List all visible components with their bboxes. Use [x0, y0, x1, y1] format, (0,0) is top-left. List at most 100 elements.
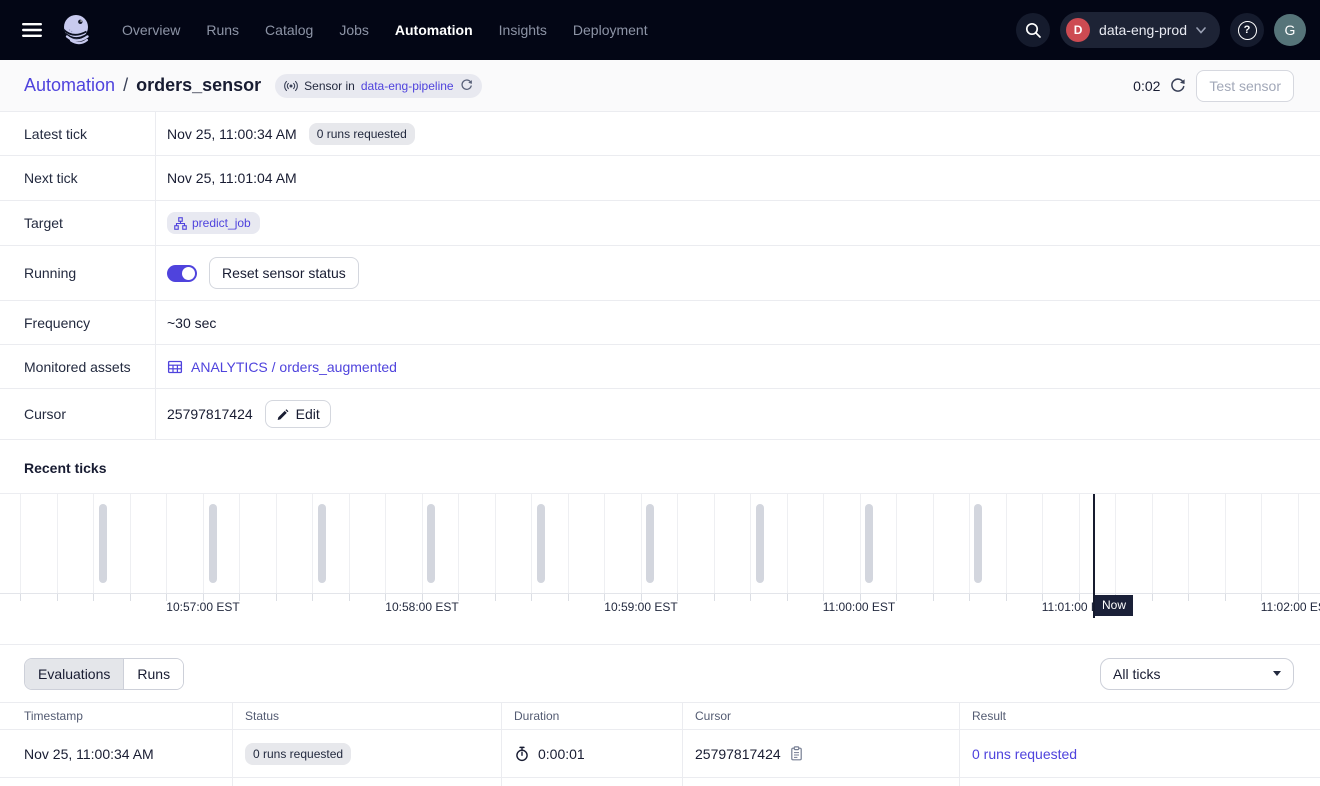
- refresh-icon[interactable]: [1170, 78, 1186, 94]
- gridline: [20, 494, 21, 593]
- sensor-tick-bar[interactable]: [974, 504, 982, 583]
- axis-tickmark: [933, 594, 934, 601]
- column-header-timestamp: Timestamp: [0, 703, 233, 729]
- gridline: [1261, 494, 1262, 593]
- cursor-row: Cursor 25797817424 Edit: [0, 389, 1320, 440]
- column-header-cursor: Cursor: [683, 703, 960, 729]
- gridline: [568, 494, 569, 593]
- breadcrumb-automation[interactable]: Automation: [24, 75, 115, 96]
- evaluation-cursor: 25797817424: [695, 746, 781, 762]
- target-job-chip[interactable]: predict_job: [167, 212, 260, 234]
- reload-location-icon[interactable]: [460, 79, 473, 92]
- sensor-tick-bar[interactable]: [318, 504, 326, 583]
- gridline: [641, 494, 642, 593]
- page-header-actions: 0:02 Test sensor: [1133, 70, 1294, 102]
- gridline: [495, 494, 496, 593]
- column-header-result: Result: [960, 703, 1320, 729]
- axis-tickmark: [130, 594, 131, 601]
- gridline: [239, 494, 240, 593]
- primary-nav: Overview Runs Catalog Jobs Automation Insight…: [122, 22, 648, 38]
- frequency-value: ~30 sec: [167, 315, 216, 331]
- edit-cursor-button[interactable]: Edit: [265, 400, 331, 428]
- evaluation-status-badge: 0 runs requested: [245, 743, 351, 765]
- tick-filter-value: All ticks: [1113, 666, 1160, 682]
- toggle-knob: [182, 267, 195, 280]
- gridline: [276, 494, 277, 593]
- refresh-countdown: 0:02: [1133, 78, 1160, 94]
- sensor-icon: [284, 79, 298, 93]
- recent-ticks-heading: Recent ticks: [0, 440, 1320, 493]
- monitored-asset-link[interactable]: ANALYTICS / orders_augmented: [167, 359, 397, 375]
- axis-tickmark: [276, 594, 277, 601]
- gridline: [458, 494, 459, 593]
- nav-item-jobs[interactable]: Jobs: [339, 22, 369, 38]
- gridline: [1115, 494, 1116, 593]
- sensor-tick-bar[interactable]: [646, 504, 654, 583]
- gridline: [1225, 494, 1226, 593]
- recent-ticks-timeline[interactable]: 10:57:00 EST10:58:00 EST10:59:00 EST11:0…: [0, 493, 1320, 645]
- frequency-label: Frequency: [0, 301, 156, 344]
- help-button[interactable]: ?: [1230, 13, 1264, 47]
- evaluations-table: TimestampStatusDurationCursorResult Nov …: [0, 702, 1320, 786]
- nav-item-automation[interactable]: Automation: [395, 22, 473, 38]
- tick-filter-select[interactable]: All ticks: [1100, 658, 1294, 690]
- column-header-duration: Duration: [502, 703, 683, 729]
- gridline: [1152, 494, 1153, 593]
- tab-runs[interactable]: Runs: [123, 659, 183, 689]
- gridline: [349, 494, 350, 593]
- nav-item-insights[interactable]: Insights: [499, 22, 547, 38]
- deployment-initial-badge: D: [1066, 18, 1090, 42]
- reset-sensor-status-button[interactable]: Reset sensor status: [209, 257, 359, 289]
- menu-button[interactable]: [16, 16, 48, 44]
- nav-item-catalog[interactable]: Catalog: [265, 22, 313, 38]
- sensor-tick-bar[interactable]: [209, 504, 217, 583]
- axis-tickmark: [495, 594, 496, 601]
- code-location-link[interactable]: data-eng-pipeline: [361, 79, 454, 93]
- deployment-switcher[interactable]: D data-eng-prod: [1060, 12, 1220, 48]
- test-sensor-button[interactable]: Test sensor: [1196, 70, 1294, 102]
- axis-tickmark: [969, 594, 970, 601]
- sensor-tick-bar[interactable]: [427, 504, 435, 583]
- gridline: [1006, 494, 1007, 593]
- sensor-tick-bar[interactable]: [537, 504, 545, 583]
- copy-cursor-button[interactable]: [789, 746, 804, 761]
- search-button[interactable]: [1016, 13, 1050, 47]
- evaluation-result-link[interactable]: 0 runs requested: [972, 746, 1077, 762]
- evaluations-table-header: TimestampStatusDurationCursorResult: [0, 703, 1320, 730]
- evaluation-row-partial[interactable]: [0, 778, 1320, 786]
- axis-tickmark: [750, 594, 751, 601]
- sensor-tick-bar[interactable]: [99, 504, 107, 583]
- tab-group: Evaluations Runs: [24, 658, 184, 690]
- gridline: [166, 494, 167, 593]
- axis-time-label: 11:02:00 EST: [1261, 600, 1320, 614]
- column-header-status: Status: [233, 703, 502, 729]
- axis-tickmark: [896, 594, 897, 601]
- running-toggle[interactable]: [167, 265, 197, 282]
- axis-tickmark: [1225, 594, 1226, 601]
- axis-tickmark: [20, 594, 21, 601]
- gridline: [130, 494, 131, 593]
- nav-item-overview[interactable]: Overview: [122, 22, 180, 38]
- gridline: [969, 494, 970, 593]
- now-marker-label: Now: [1095, 595, 1133, 616]
- gridline: [896, 494, 897, 593]
- latest-tick-row: Latest tick Nov 25, 11:00:34 AM 0 runs r…: [0, 112, 1320, 156]
- pencil-icon: [276, 408, 289, 421]
- evaluation-timestamp: Nov 25, 11:00:34 AM: [24, 746, 154, 762]
- evaluation-row[interactable]: Nov 25, 11:00:34 AM 0 runs requested 0:0…: [0, 730, 1320, 778]
- nav-item-runs[interactable]: Runs: [206, 22, 239, 38]
- user-avatar[interactable]: G: [1274, 14, 1306, 46]
- axis-time-label: 10:59:00 EST: [604, 600, 677, 614]
- sensor-tick-bar[interactable]: [865, 504, 873, 583]
- sensor-details: Latest tick Nov 25, 11:00:34 AM 0 runs r…: [0, 112, 1320, 440]
- axis-tickmark: [349, 594, 350, 601]
- clipboard-icon: [789, 746, 804, 761]
- sensor-tick-bar[interactable]: [756, 504, 764, 583]
- nav-item-deployment[interactable]: Deployment: [573, 22, 648, 38]
- gridline: [823, 494, 824, 593]
- tab-evaluations[interactable]: Evaluations: [25, 659, 123, 689]
- dagster-logo[interactable]: [58, 11, 96, 49]
- asset-table-icon: [167, 359, 183, 375]
- page-header: Automation / orders_sensor Sensor in dat…: [0, 60, 1320, 112]
- question-icon: ?: [1238, 21, 1257, 40]
